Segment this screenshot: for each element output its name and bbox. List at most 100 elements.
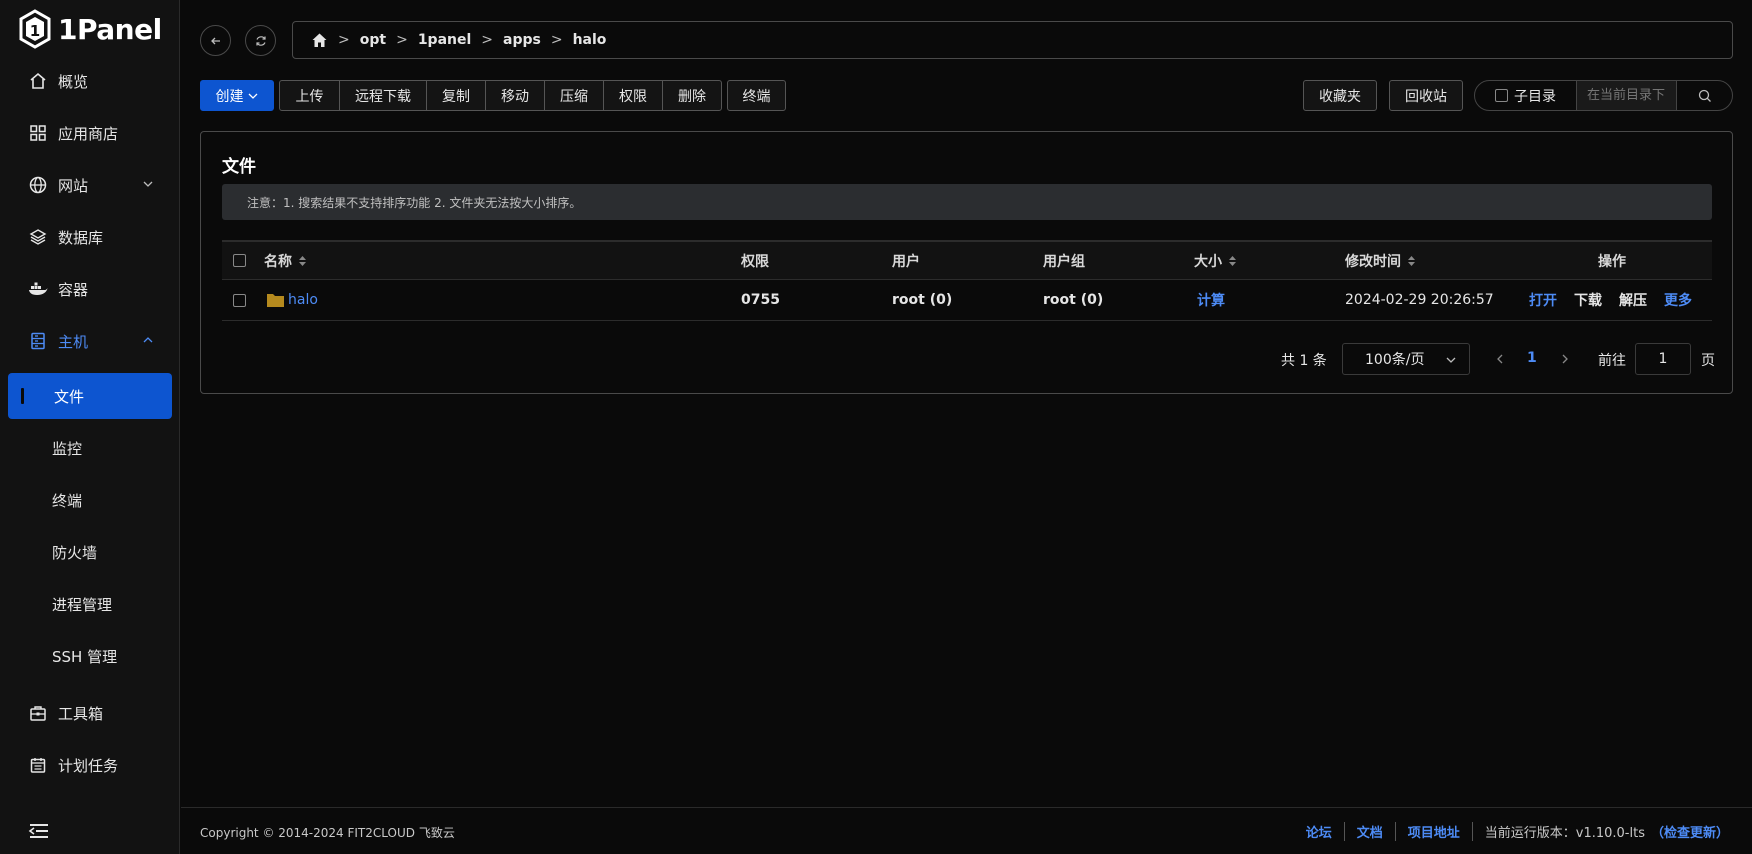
sidebar-item-label: 应用商店 (58, 124, 119, 143)
check-update-link[interactable]: （检查更新） (1651, 822, 1729, 841)
refresh-button[interactable] (245, 25, 276, 56)
project-link[interactable]: 项目地址 (1396, 822, 1473, 841)
sidebar-item-overview[interactable]: 概览 (0, 58, 180, 104)
pagination: 共 1 条 100条/页 1 前往 页 (201, 343, 1732, 375)
docker-icon (28, 279, 48, 299)
sidebar-subitem-process[interactable]: 进程管理 (0, 581, 180, 627)
table-row: halo 0755 root (0) root (0) 计算 2024-02-2… (222, 280, 1712, 321)
calculate-size-link[interactable]: 计算 (1197, 280, 1225, 320)
breadcrumb-item[interactable]: 1panel (418, 32, 471, 48)
recycle-bin-button[interactable]: 回收站 (1389, 80, 1463, 111)
more-action[interactable]: 更多 (1664, 290, 1692, 310)
file-user[interactable]: root (0) (892, 280, 952, 320)
open-action[interactable]: 打开 (1529, 290, 1557, 310)
breadcrumb-separator: > (338, 32, 350, 48)
header-label: 用户组 (1043, 253, 1085, 270)
file-mode[interactable]: 0755 (741, 280, 780, 320)
copyright: Copyright © 2014-2024 FIT2CLOUD 飞致云 (200, 826, 455, 840)
search-group: 子目录 (1474, 80, 1733, 111)
button-label: 压缩 (560, 88, 588, 105)
sidebar-item-host[interactable]: 主机 (0, 318, 180, 364)
breadcrumb-item[interactable]: apps (503, 32, 541, 48)
search-icon (1698, 89, 1711, 102)
logo[interactable]: 1 1Panel (18, 8, 162, 50)
sidebar-subitem-label: 终端 (52, 491, 83, 510)
button-label: 删除 (678, 88, 706, 105)
column-header-size[interactable]: 大小 (1194, 242, 1237, 279)
sort-icon (299, 255, 306, 266)
column-header-name[interactable]: 名称 (264, 242, 307, 279)
search-button[interactable] (1677, 89, 1732, 103)
sidebar-subitem-terminal[interactable]: 终端 (0, 477, 180, 523)
sidebar-subitem-files[interactable]: 文件 (8, 373, 172, 419)
file-mtime: 2024-02-29 20:26:57 (1345, 292, 1494, 308)
sidebar-item-cron[interactable]: 计划任务 (0, 742, 180, 788)
sidebar-item-website[interactable]: 网站 (0, 162, 180, 208)
home-icon (28, 71, 48, 91)
page-number-current[interactable]: 1 (1527, 350, 1537, 366)
forum-link[interactable]: 论坛 (1294, 822, 1345, 841)
sidebar-item-app-store[interactable]: 应用商店 (0, 110, 180, 156)
sidebar-item-database[interactable]: 数据库 (0, 214, 180, 260)
svg-text:1: 1 (30, 22, 40, 40)
goto-page-input[interactable] (1635, 343, 1691, 375)
move-button[interactable]: 移动 (485, 80, 545, 111)
remote-download-button[interactable]: 远程下载 (339, 80, 427, 111)
terminal-button[interactable]: 终端 (727, 80, 786, 111)
sidebar-item-label: 计划任务 (58, 756, 119, 775)
refresh-icon (255, 35, 266, 46)
create-button[interactable]: 创建 (200, 80, 274, 111)
column-header-mtime[interactable]: 修改时间 (1345, 242, 1416, 279)
chevron-down-icon (1446, 357, 1456, 363)
globe-icon (28, 175, 48, 195)
button-label: 收藏夹 (1319, 88, 1361, 105)
sidebar-item-toolbox[interactable]: 工具箱 (0, 690, 180, 736)
back-button[interactable] (200, 25, 231, 56)
footer: Copyright © 2014-2024 FIT2CLOUD 飞致云 论坛 文… (181, 807, 1752, 854)
button-label: 权限 (619, 88, 647, 105)
collapse-menu-icon[interactable] (28, 822, 50, 840)
select-all-checkbox[interactable] (233, 242, 246, 279)
panel-title: 文件 (222, 157, 256, 177)
version-label: 当前运行版本：v1.10.0-lts (1484, 826, 1645, 841)
sidebar-subitem-firewall[interactable]: 防火墙 (0, 529, 180, 575)
sort-icon (1229, 255, 1236, 266)
file-name-cell[interactable]: halo (266, 280, 318, 320)
1panel-logo-icon: 1 (19, 9, 51, 49)
path-breadcrumb[interactable]: > opt > 1panel > apps > halo (292, 21, 1733, 59)
permission-button[interactable]: 权限 (603, 80, 663, 111)
button-label: 上传 (295, 88, 324, 105)
sidebar-subitem-label: 防火墙 (52, 543, 98, 562)
sidebar-subitem-monitor[interactable]: 监控 (0, 425, 180, 471)
breadcrumb-item[interactable]: opt (360, 32, 386, 48)
file-name-link[interactable]: halo (288, 292, 318, 308)
upload-button[interactable]: 上传 (279, 80, 340, 111)
row-checkbox[interactable] (233, 280, 246, 320)
file-group[interactable]: root (0) (1043, 280, 1103, 320)
page-size-select[interactable]: 100条/页 (1342, 343, 1470, 375)
compress-button[interactable]: 压缩 (544, 80, 604, 111)
subdir-checkbox[interactable]: 子目录 (1475, 81, 1577, 110)
breadcrumb-separator: > (481, 32, 494, 48)
breadcrumb-item[interactable]: halo (573, 32, 607, 48)
decompress-action[interactable]: 解压 (1619, 290, 1647, 310)
next-page-icon[interactable] (1559, 352, 1571, 366)
docs-link[interactable]: 文档 (1345, 822, 1396, 841)
favorites-button[interactable]: 收藏夹 (1303, 80, 1377, 111)
prev-page-icon[interactable] (1494, 352, 1506, 366)
delete-button[interactable]: 删除 (662, 80, 722, 111)
column-header-actions: 操作 (1598, 242, 1626, 279)
sidebar-item-container[interactable]: 容器 (0, 266, 180, 312)
header-label: 名称 (264, 253, 292, 270)
total-count: 共 1 条 (1281, 353, 1327, 369)
copy-button[interactable]: 复制 (426, 80, 486, 111)
home-icon[interactable] (311, 32, 328, 48)
sidebar-item-label: 网站 (58, 176, 89, 195)
search-input[interactable] (1577, 81, 1677, 110)
download-action[interactable]: 下载 (1574, 290, 1602, 310)
footer-links: 论坛 文档 项目地址 当前运行版本：v1.10.0-lts （检查更新） (1294, 822, 1729, 841)
sidebar-item-label: 主机 (58, 332, 89, 351)
app-name: 1Panel (58, 12, 162, 46)
sidebar-subitem-ssh[interactable]: SSH 管理 (0, 633, 180, 679)
toolbox-icon (28, 703, 48, 723)
